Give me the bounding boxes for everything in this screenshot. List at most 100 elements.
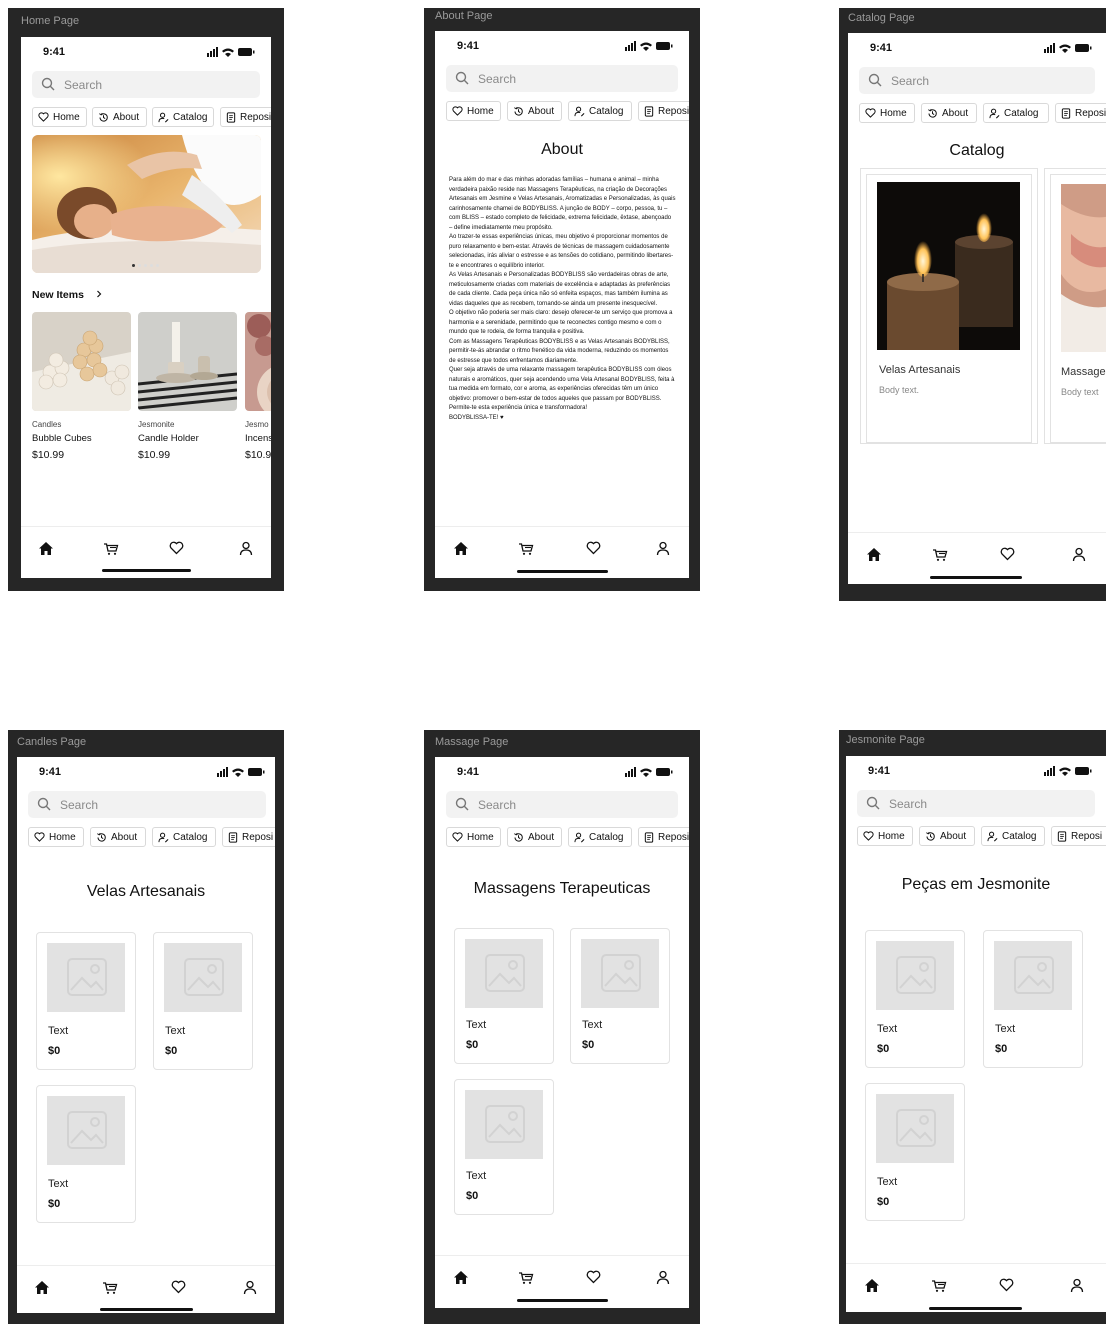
product-card[interactable]: Text $0	[36, 932, 136, 1070]
product-title: Text	[877, 1023, 898, 1035]
list-item[interactable]: Jesmonite Candle Holder $10.99	[138, 312, 237, 461]
page-title: Massagens Terapeuticas	[473, 880, 651, 897]
home-icon[interactable]	[453, 541, 469, 556]
search-bar[interactable]: Search	[446, 65, 678, 92]
tab-home[interactable]: Home	[859, 103, 915, 123]
tab-catalog[interactable]: Catalog	[983, 103, 1049, 123]
heart-icon[interactable]	[586, 1270, 601, 1284]
product-card[interactable]: Text $0	[36, 1085, 136, 1223]
status-time: 9:41	[39, 766, 62, 778]
tab-about[interactable]: About	[507, 101, 562, 121]
tab-label: Reposi	[658, 105, 689, 117]
tab-catalog[interactable]: Catalog	[568, 101, 632, 121]
product-card[interactable]: Text $0	[454, 928, 554, 1064]
cart-icon[interactable]	[103, 541, 119, 556]
image-placeholder-icon	[1014, 956, 1054, 994]
document-icon	[1061, 107, 1071, 119]
tab-about[interactable]: About	[919, 826, 975, 846]
carousel-dot[interactable]	[150, 264, 153, 267]
phone-screen: 9:41 Search Home About Catalog	[435, 757, 689, 1308]
product-image	[32, 312, 131, 411]
carousel-dots[interactable]	[132, 264, 159, 267]
tab-home[interactable]: Home	[32, 107, 87, 127]
profile-icon[interactable]	[239, 541, 253, 556]
tab-label: Catalog	[1002, 830, 1037, 842]
status-bar: 9:41	[848, 33, 1106, 61]
product-title: Text	[995, 1023, 1016, 1035]
tab-about[interactable]: About	[921, 103, 977, 123]
heart-icon[interactable]	[586, 541, 601, 555]
tab-catalog[interactable]: Catalog	[568, 827, 632, 847]
heart-icon	[38, 112, 49, 122]
carousel-dot[interactable]	[156, 264, 159, 267]
search-bar[interactable]: Search	[446, 791, 678, 818]
tab-home[interactable]: Home	[446, 827, 501, 847]
new-items-header[interactable]: New Items	[32, 289, 103, 301]
user-edit-icon	[574, 832, 585, 842]
carousel-dot[interactable]	[132, 264, 135, 267]
list-item[interactable]: Jesmo Incens $10.9	[245, 312, 271, 461]
product-card[interactable]: Text $0	[865, 930, 965, 1068]
home-icon[interactable]	[34, 1280, 50, 1295]
product-price: $0	[165, 1045, 178, 1057]
tab-repository[interactable]: Reposi	[222, 827, 275, 847]
list-item[interactable]: Candles Bubble Cubes $10.99	[32, 312, 131, 461]
home-icon[interactable]	[864, 1278, 880, 1293]
tab-repository[interactable]: Reposi	[1051, 826, 1106, 846]
product-card[interactable]: Text $0	[865, 1083, 965, 1221]
profile-icon[interactable]	[1070, 1278, 1084, 1293]
tab-home[interactable]: Home	[446, 101, 501, 121]
profile-icon[interactable]	[1072, 547, 1086, 562]
tab-home[interactable]: Home	[857, 826, 913, 846]
carousel-dot[interactable]	[144, 264, 147, 267]
tab-repository[interactable]: Reposi	[638, 101, 689, 121]
product-card[interactable]: Text $0	[454, 1079, 554, 1215]
heart-icon[interactable]	[169, 541, 184, 555]
image-placeholder	[164, 943, 242, 1012]
tab-label: About	[111, 831, 138, 843]
cart-icon[interactable]	[932, 547, 948, 562]
catalog-card-massage[interactable]: Massage Body text	[1044, 168, 1106, 444]
profile-icon[interactable]	[656, 1270, 670, 1285]
status-bar: 9:41	[435, 757, 689, 785]
tab-catalog[interactable]: Catalog	[981, 826, 1045, 846]
tab-home[interactable]: Home	[28, 827, 84, 847]
tab-about[interactable]: About	[507, 827, 562, 847]
tab-about[interactable]: About	[90, 827, 146, 847]
tab-catalog[interactable]: Catalog	[152, 827, 216, 847]
cart-icon[interactable]	[931, 1278, 947, 1293]
tab-repository[interactable]: Reposi	[220, 107, 271, 127]
status-icons	[1044, 43, 1092, 53]
home-icon[interactable]	[866, 547, 882, 562]
product-card[interactable]: Text $0	[153, 932, 253, 1070]
hero-banner-massage-image[interactable]	[32, 135, 261, 273]
search-bar[interactable]: Search	[32, 71, 260, 98]
home-indicator	[102, 569, 191, 572]
profile-icon[interactable]	[243, 1280, 257, 1295]
heart-icon[interactable]	[1000, 547, 1015, 561]
user-edit-icon	[574, 106, 585, 116]
cart-icon[interactable]	[102, 1280, 118, 1295]
tab-repository[interactable]: Reposi	[638, 827, 689, 847]
home-icon[interactable]	[38, 541, 54, 556]
catalog-card-candles[interactable]: Velas Artesanais Body text.	[860, 168, 1038, 444]
section-title: New Items	[32, 289, 84, 301]
search-bar[interactable]: Search	[28, 791, 266, 818]
frame-label: About Page	[435, 10, 493, 22]
heart-icon[interactable]	[171, 1280, 186, 1294]
home-icon[interactable]	[453, 1270, 469, 1285]
profile-icon[interactable]	[656, 541, 670, 556]
search-bar[interactable]: Search	[857, 790, 1095, 817]
heart-icon[interactable]	[999, 1278, 1014, 1292]
tab-repository[interactable]: Reposi	[1055, 103, 1106, 123]
tab-label: Home	[880, 107, 907, 119]
carousel-dot[interactable]	[138, 264, 141, 267]
tab-about[interactable]: About	[92, 107, 147, 127]
bottom-nav	[846, 1263, 1106, 1312]
product-card[interactable]: Text $0	[983, 930, 1083, 1068]
search-bar[interactable]: Search	[859, 67, 1095, 94]
cart-icon[interactable]	[518, 541, 534, 556]
tab-catalog[interactable]: Catalog	[152, 107, 214, 127]
cart-icon[interactable]	[518, 1270, 534, 1285]
product-card[interactable]: Text $0	[570, 928, 670, 1064]
